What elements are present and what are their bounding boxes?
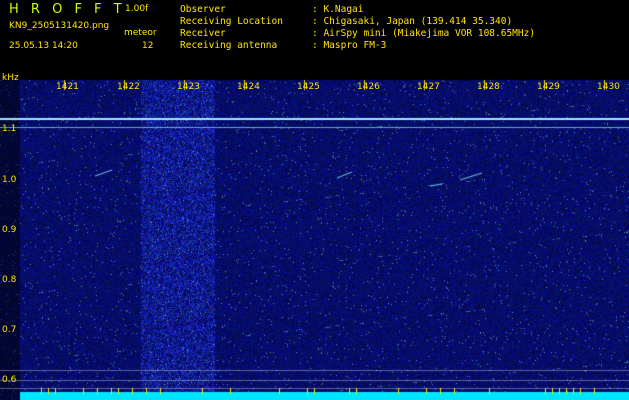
info-key-receiver: Receiver — [180, 28, 226, 39]
info-value-receiver: : AirSpy mini (Miakejima VOR 108.65MHz) — [312, 28, 536, 39]
x-tick-label: 1422 — [117, 82, 140, 92]
x-tick-label: 1426 — [357, 82, 380, 92]
y-tick-label: 0.8 — [2, 275, 17, 285]
x-tick-label: 1428 — [477, 82, 500, 92]
info-key-location: Receiving Location — [180, 16, 283, 27]
y-tick-label: 1.0 — [2, 175, 17, 185]
file-name: KN9_2505131420.png — [9, 21, 110, 31]
y-tick-label: 0.7 — [2, 325, 17, 335]
spectrogram-canvas — [0, 74, 629, 400]
app-version: 1.00f — [125, 4, 149, 14]
y-tick-label: 0.9 — [2, 225, 17, 235]
info-value-location: : Chigasaki, Japan (139.414 35.340) — [312, 16, 513, 27]
x-tick-label: 1425 — [297, 82, 320, 92]
observation-datetime: 25.05.13 14:20 — [9, 41, 78, 51]
x-tick-label: 1424 — [237, 82, 260, 92]
x-tick-label: 1429 — [537, 82, 560, 92]
info-key-antenna: Receiving antenna — [180, 40, 278, 51]
info-key-observer: Observer — [180, 4, 226, 15]
info-value-antenna: : Maspro FM-3 — [312, 40, 387, 51]
meteor-label: meteor — [124, 28, 157, 38]
app-title: H R O F F T — [9, 2, 126, 17]
y-axis-unit: kHz — [2, 73, 19, 83]
info-value-observer: : K.Nagai — [312, 4, 364, 15]
meteor-count: 12 — [142, 41, 154, 51]
y-tick-label: 0.6 — [2, 375, 17, 385]
x-tick-label: 1423 — [177, 82, 200, 92]
x-tick-label: 1421 — [56, 82, 79, 92]
x-tick-label: 1430 — [597, 82, 620, 92]
x-tick-label: 1427 — [417, 82, 440, 92]
y-tick-label: 1.1 — [2, 124, 17, 134]
